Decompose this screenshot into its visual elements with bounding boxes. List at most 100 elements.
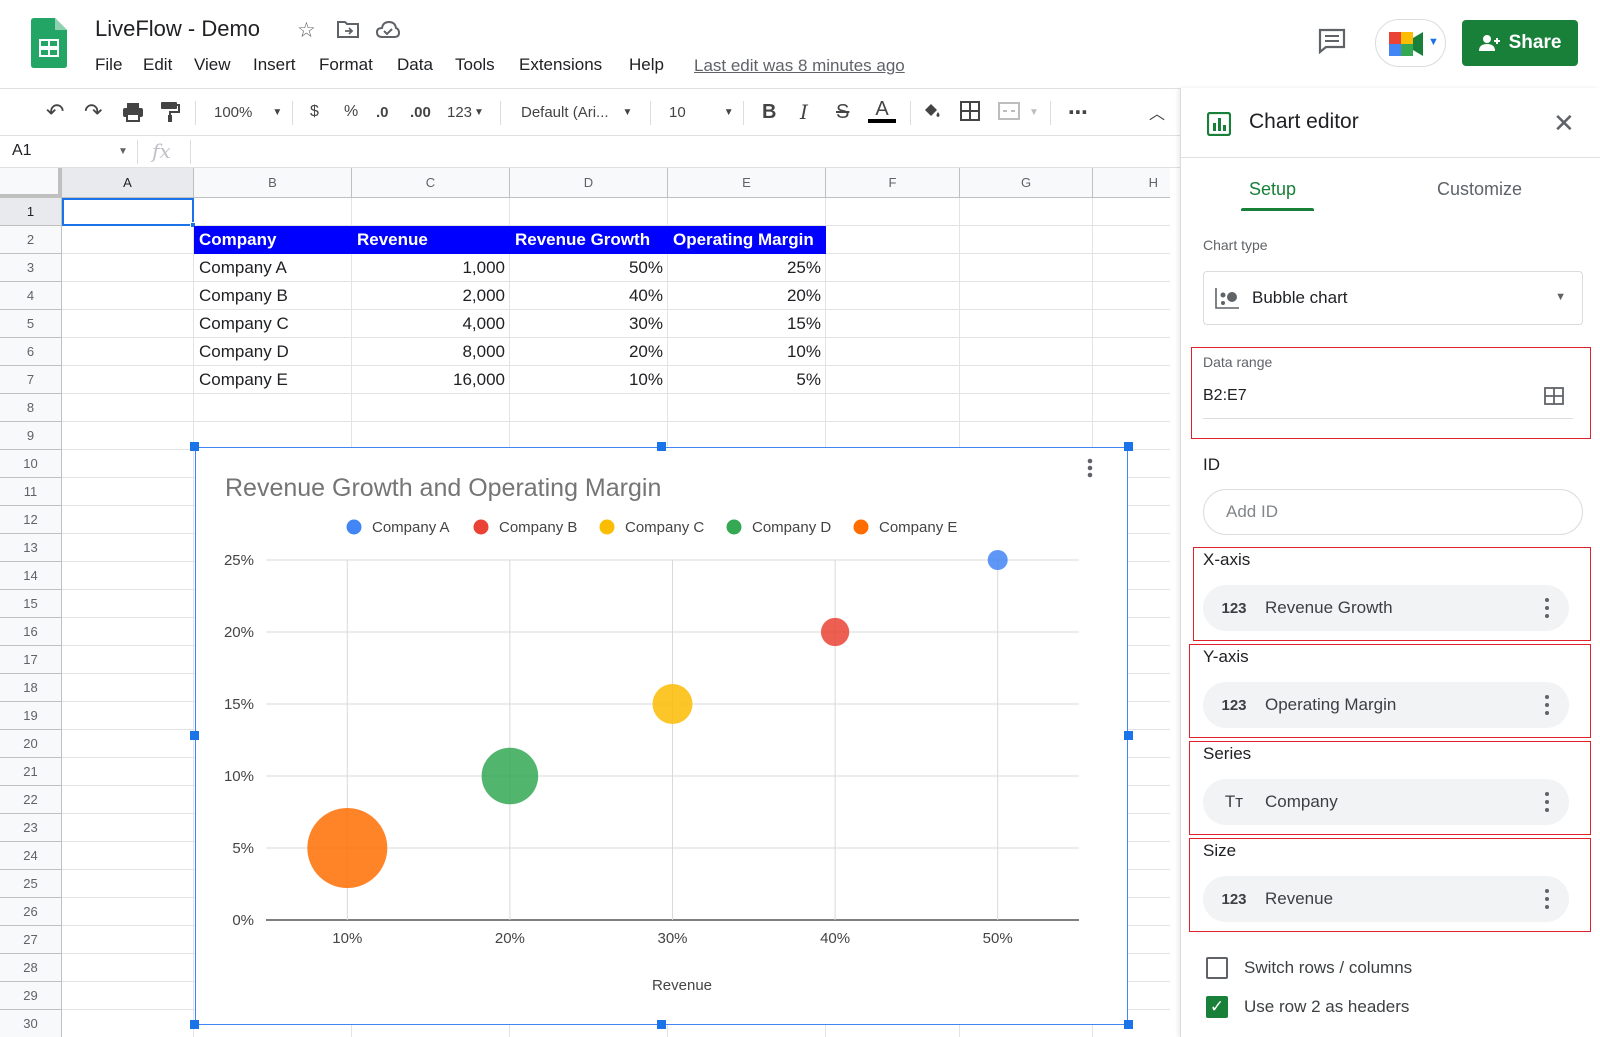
share-button[interactable]: Share	[1462, 20, 1578, 66]
redo-icon[interactable]: ↷	[84, 99, 102, 125]
table-header-cell[interactable]: Revenue	[352, 226, 510, 254]
cloud-saved-icon[interactable]	[376, 21, 400, 38]
undo-icon[interactable]: ↶	[46, 99, 64, 125]
row-header-16[interactable]: 16	[0, 618, 62, 646]
chart-resize-handle[interactable]	[190, 1020, 199, 1029]
table-cell[interactable]: Company B	[194, 282, 352, 310]
row-header-30[interactable]: 30	[0, 1010, 62, 1037]
select-range-icon[interactable]	[1544, 387, 1564, 405]
document-title[interactable]: LiveFlow - Demo	[95, 16, 260, 42]
move-folder-icon[interactable]	[337, 20, 359, 38]
column-header-C[interactable]: C	[352, 168, 510, 198]
row-header-26[interactable]: 26	[0, 898, 62, 926]
row-header-24[interactable]: 24	[0, 842, 62, 870]
row-header-18[interactable]: 18	[0, 674, 62, 702]
sheets-logo-icon[interactable]	[31, 18, 67, 68]
table-cell[interactable]: 16,000	[352, 366, 510, 394]
row-header-27[interactable]: 27	[0, 926, 62, 954]
font-size-select[interactable]: 10 ▼	[669, 99, 734, 125]
table-cell[interactable]: 1,000	[352, 254, 510, 282]
more-formats-button[interactable]: 123 ▼	[447, 99, 484, 125]
menu-insert[interactable]: Insert	[253, 55, 296, 75]
chart-resize-handle[interactable]	[1124, 1020, 1133, 1029]
row-header-20[interactable]: 20	[0, 730, 62, 758]
row-header-22[interactable]: 22	[0, 786, 62, 814]
table-cell[interactable]: 40%	[510, 282, 668, 310]
row-header-29[interactable]: 29	[0, 982, 62, 1010]
chart-resize-handle[interactable]	[1124, 442, 1133, 451]
table-header-cell[interactable]: Operating Margin	[668, 226, 826, 254]
kebab-menu-icon[interactable]	[1545, 789, 1549, 815]
last-edit-link[interactable]: Last edit was 8 minutes ago	[694, 56, 905, 76]
column-header-A[interactable]: A	[62, 168, 194, 198]
table-header-cell[interactable]: Company	[194, 226, 352, 254]
increase-decimal-button[interactable]: .00	[410, 99, 431, 125]
row-header-19[interactable]: 19	[0, 702, 62, 730]
collapse-toolbar-icon[interactable]: ︿	[1149, 99, 1165, 125]
row-header-7[interactable]: 7	[0, 366, 62, 394]
menu-edit[interactable]: Edit	[143, 55, 172, 75]
borders-icon[interactable]	[960, 101, 980, 121]
merge-cells-icon[interactable]	[998, 102, 1020, 120]
kebab-menu-icon[interactable]	[1545, 595, 1549, 621]
x-axis-chip[interactable]: 123 Revenue Growth	[1203, 585, 1569, 631]
text-color-button[interactable]: A	[868, 99, 896, 125]
decrease-decimal-button[interactable]: .0	[376, 99, 389, 125]
menu-file[interactable]: File	[95, 55, 122, 75]
row-header-13[interactable]: 13	[0, 534, 62, 562]
percent-format-button[interactable]: %	[344, 99, 358, 125]
row-header-6[interactable]: 6	[0, 338, 62, 366]
chart-menu-icon[interactable]	[1087, 458, 1093, 478]
chart-resize-handle[interactable]	[190, 442, 199, 451]
paint-format-icon[interactable]	[160, 101, 180, 123]
row-header-14[interactable]: 14	[0, 562, 62, 590]
row-header-21[interactable]: 21	[0, 758, 62, 786]
row-header-5[interactable]: 5	[0, 310, 62, 338]
chart-resize-handle[interactable]	[657, 442, 666, 451]
row-header-9[interactable]: 9	[0, 422, 62, 450]
formula-input[interactable]	[196, 138, 1166, 166]
name-box-chevron-icon[interactable]: ▼	[118, 146, 128, 157]
table-cell[interactable]: Company D	[194, 338, 352, 366]
table-cell[interactable]: 8,000	[352, 338, 510, 366]
font-select[interactable]: Default (Ari... ▼	[521, 99, 632, 125]
active-cell-A1[interactable]	[62, 198, 194, 226]
column-header-E[interactable]: E	[668, 168, 826, 198]
menu-format[interactable]: Format	[319, 55, 373, 75]
row-header-17[interactable]: 17	[0, 646, 62, 674]
select-all-corner[interactable]	[0, 168, 62, 198]
comment-icon[interactable]	[1318, 28, 1346, 54]
star-icon[interactable]: ☆	[297, 18, 316, 43]
row-header-28[interactable]: 28	[0, 954, 62, 982]
table-cell[interactable]: 10%	[510, 366, 668, 394]
use-headers-checkbox[interactable]: ✓	[1206, 996, 1228, 1018]
menu-data[interactable]: Data	[397, 55, 433, 75]
chart-resize-handle[interactable]	[190, 731, 199, 740]
table-cell[interactable]: 25%	[668, 254, 826, 282]
y-axis-chip[interactable]: 123 Operating Margin	[1203, 682, 1569, 728]
italic-button[interactable]: I	[800, 99, 808, 125]
series-chip[interactable]: Tт Company	[1203, 779, 1569, 825]
column-header-D[interactable]: D	[510, 168, 668, 198]
column-header-G[interactable]: G	[960, 168, 1093, 198]
tab-setup[interactable]: Setup	[1249, 179, 1296, 200]
chart-resize-handle[interactable]	[657, 1020, 666, 1029]
row-header-1[interactable]: 1	[0, 198, 62, 226]
row-header-10[interactable]: 10	[0, 450, 62, 478]
more-options-icon[interactable]: ⋯	[1068, 99, 1088, 125]
chart-resize-handle[interactable]	[1124, 731, 1133, 740]
row-header-11[interactable]: 11	[0, 478, 62, 506]
id-input[interactable]: Add ID	[1203, 489, 1583, 535]
kebab-menu-icon[interactable]	[1545, 692, 1549, 718]
close-icon[interactable]: ✕	[1553, 108, 1575, 139]
column-header-H[interactable]: H	[1093, 168, 1170, 198]
row-header-15[interactable]: 15	[0, 590, 62, 618]
row-header-2[interactable]: 2	[0, 226, 62, 254]
table-cell[interactable]: 4,000	[352, 310, 510, 338]
table-cell[interactable]: 10%	[668, 338, 826, 366]
switch-rows-checkbox[interactable]	[1206, 957, 1228, 979]
table-cell[interactable]: 30%	[510, 310, 668, 338]
column-header-F[interactable]: F	[826, 168, 960, 198]
table-header-cell[interactable]: Revenue Growth	[510, 226, 668, 254]
chart-type-dropdown[interactable]: Bubble chart ▼	[1203, 271, 1583, 325]
